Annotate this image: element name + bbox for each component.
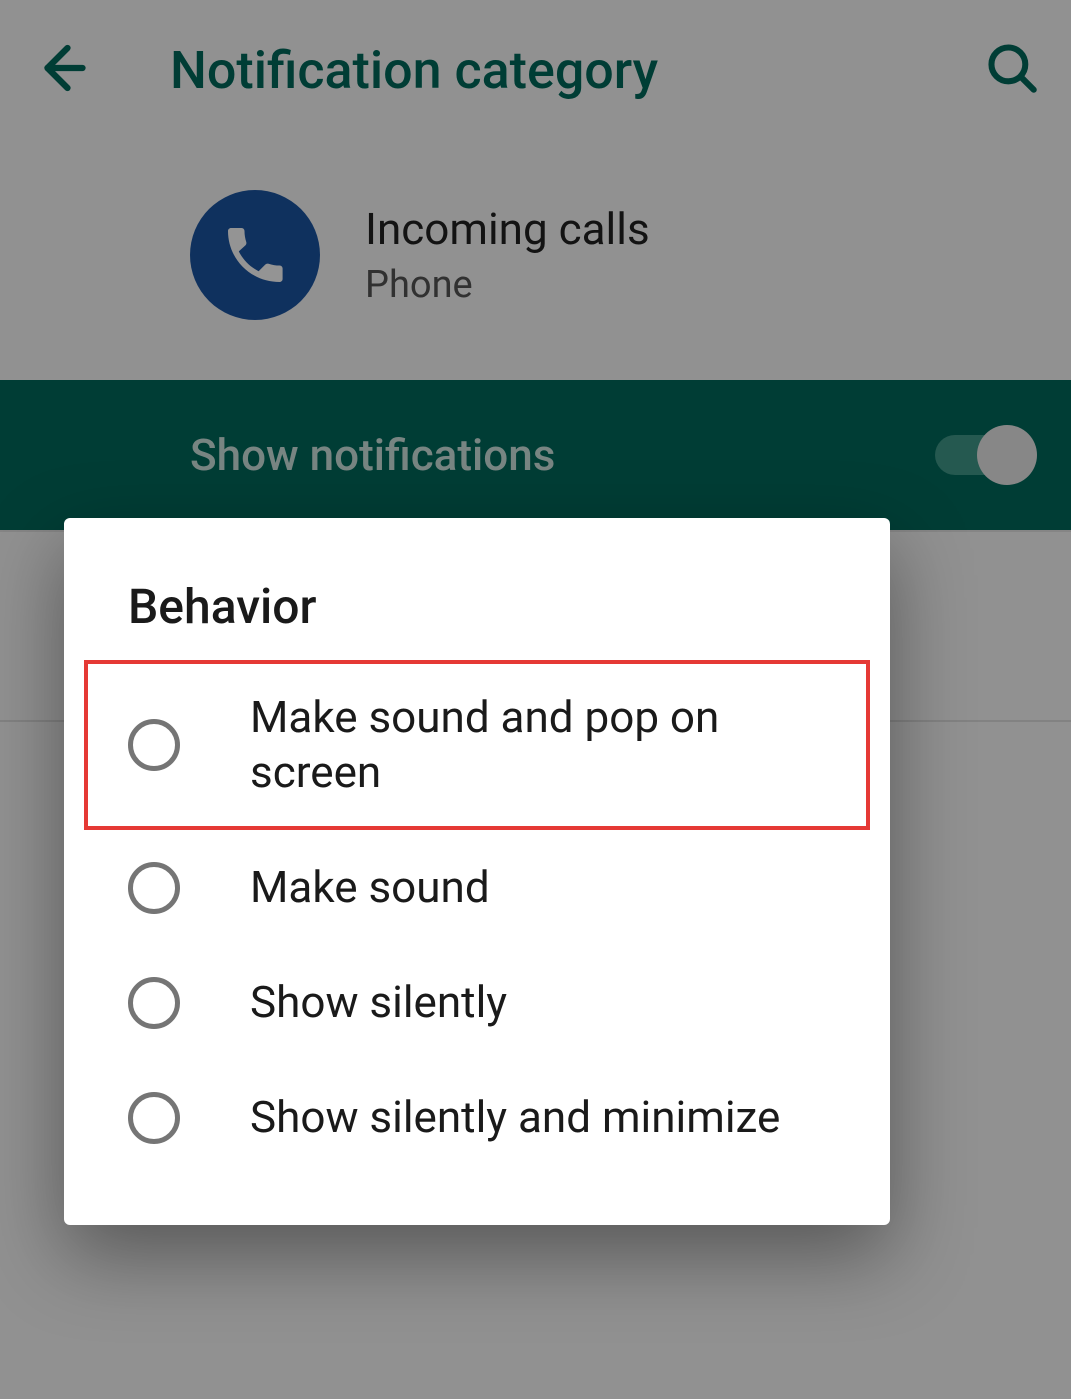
option-make-sound[interactable]: Make sound: [64, 830, 890, 945]
radio-icon: [128, 1092, 180, 1144]
option-show-silently-and-minimize[interactable]: Show silently and minimize: [64, 1060, 890, 1175]
option-label: Show silently: [250, 975, 507, 1030]
option-make-sound-and-pop[interactable]: Make sound and pop on screen: [84, 660, 870, 830]
radio-icon: [128, 977, 180, 1029]
option-label: Show silently and minimize: [250, 1090, 780, 1145]
behavior-dialog: Behavior Make sound and pop on screen Ma…: [64, 518, 890, 1225]
option-label: Make sound and pop on screen: [250, 690, 850, 800]
radio-icon: [128, 719, 180, 771]
radio-icon: [128, 862, 180, 914]
option-show-silently[interactable]: Show silently: [64, 945, 890, 1060]
option-label: Make sound: [250, 860, 490, 915]
dialog-title: Behavior: [64, 578, 890, 660]
